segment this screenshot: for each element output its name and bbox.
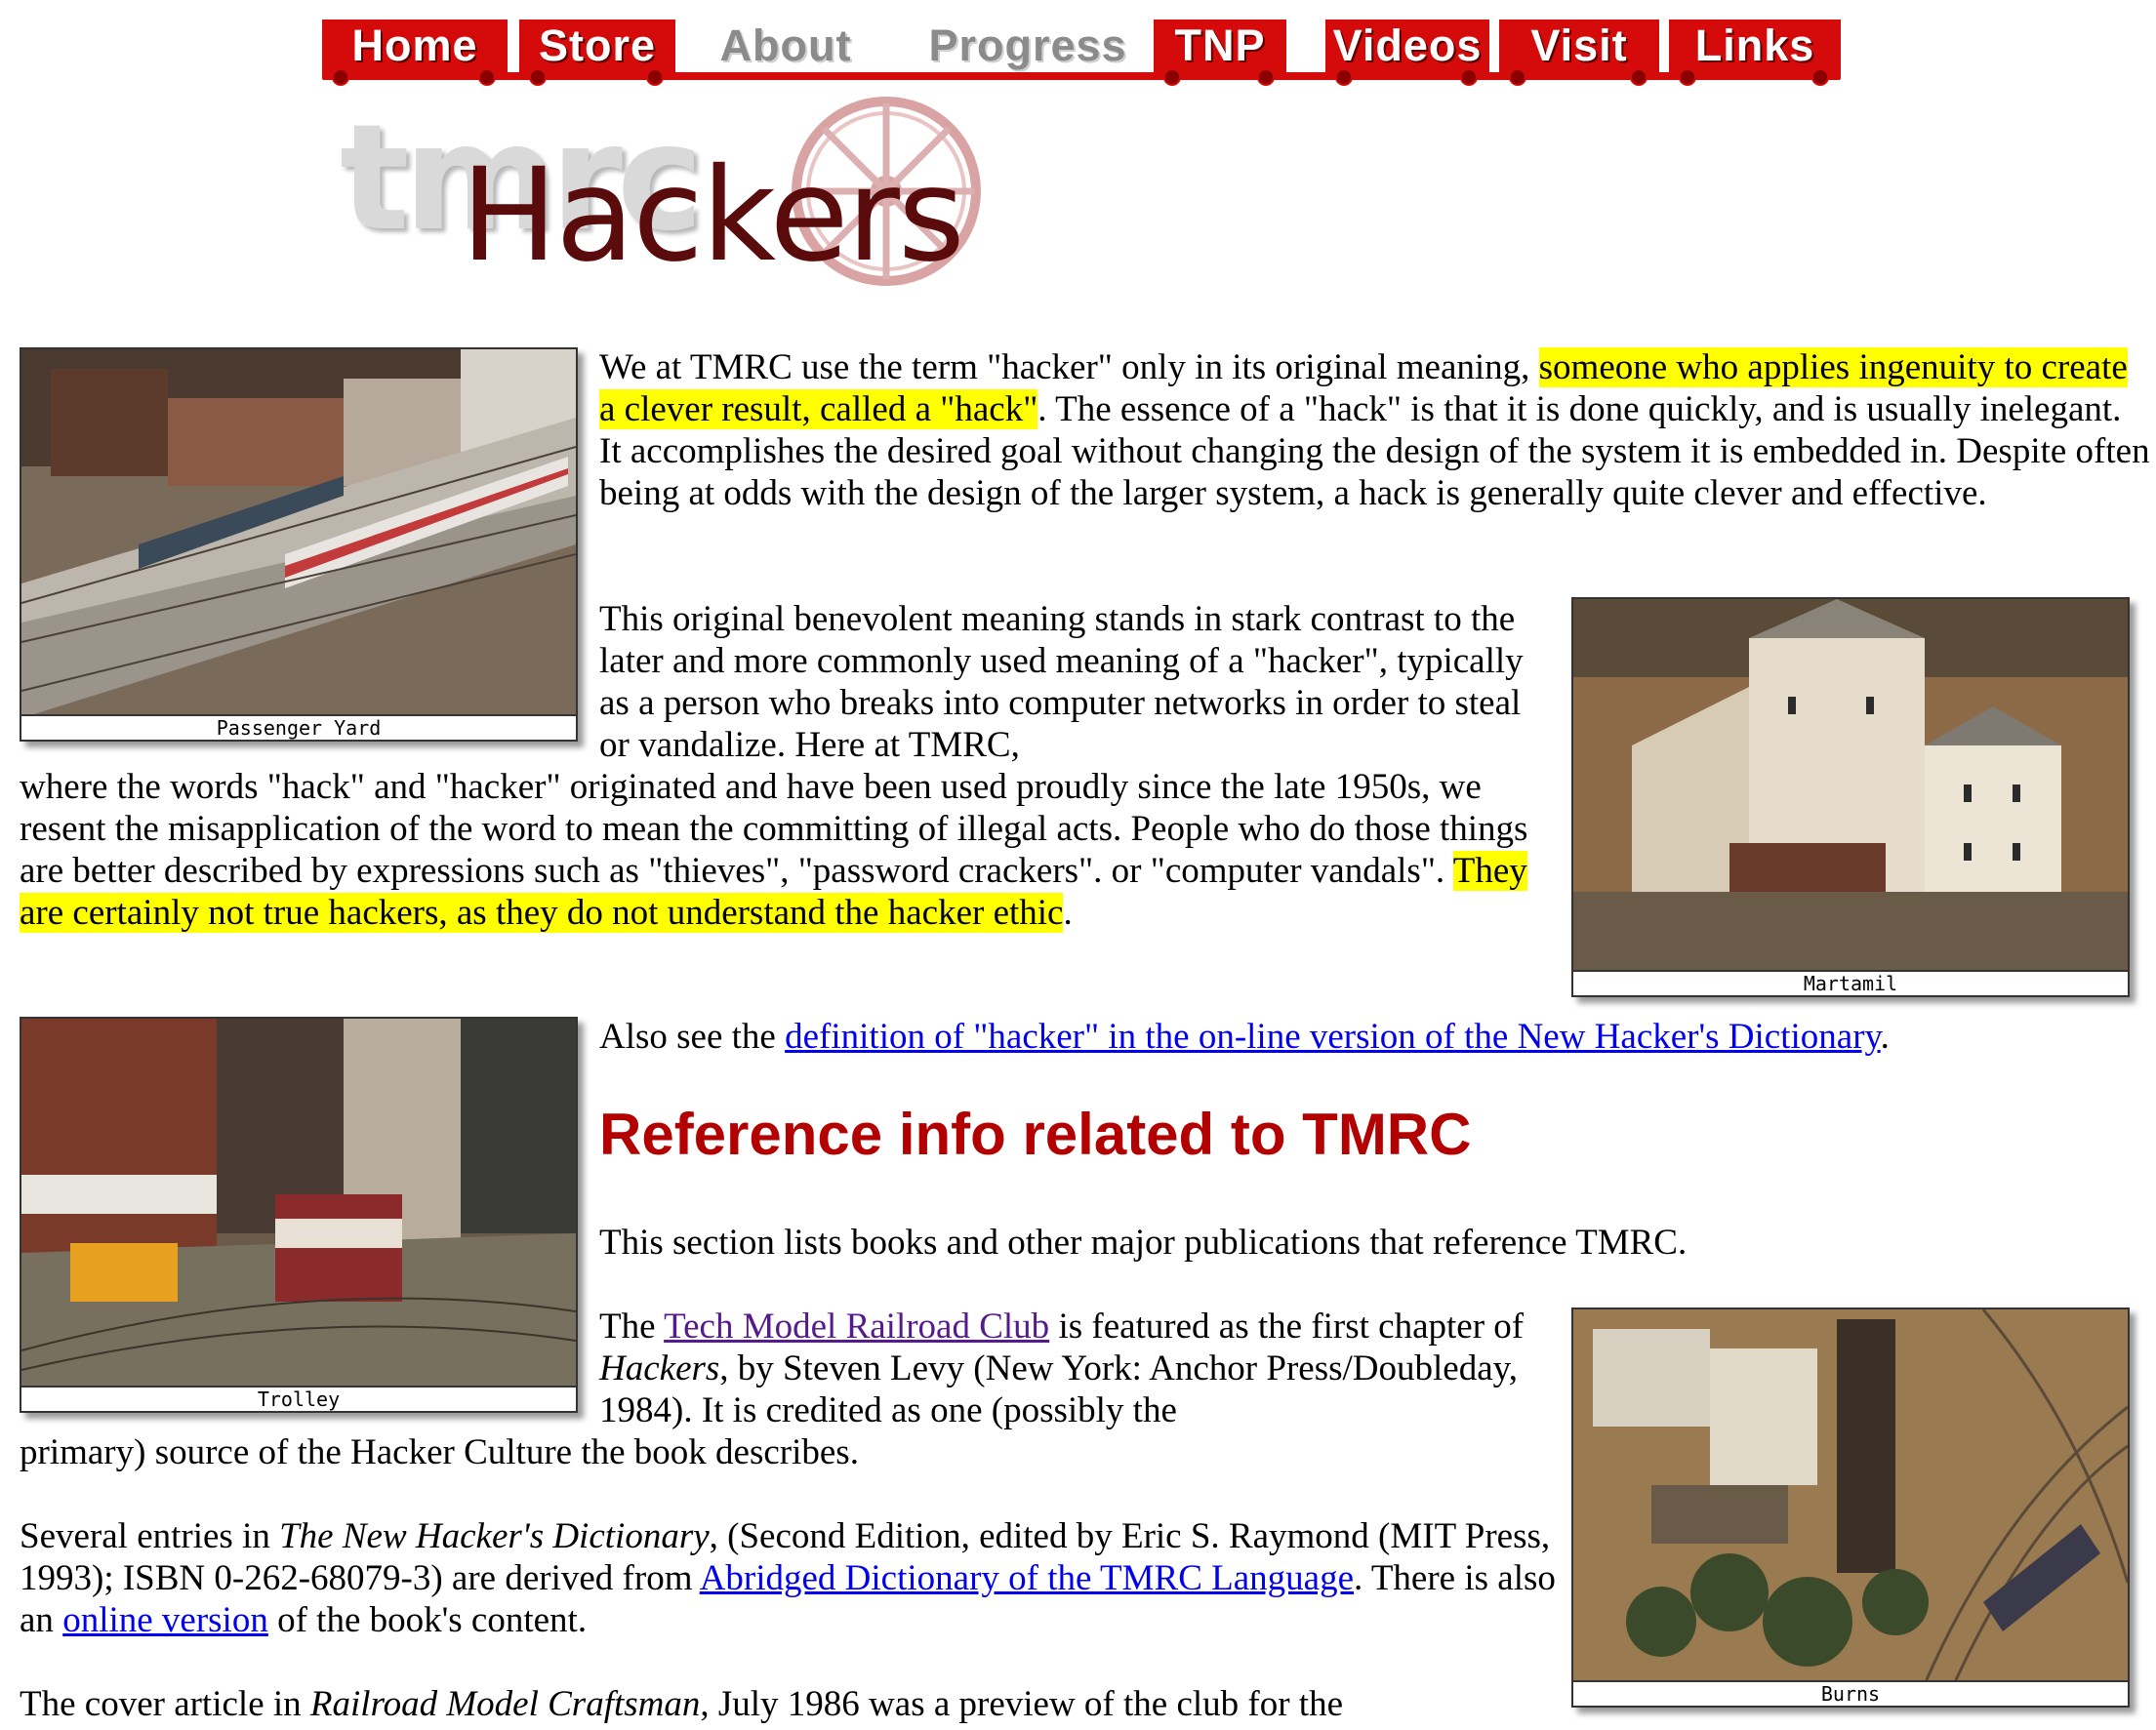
nav-videos-link[interactable]: Videos [1325,20,1489,86]
train-wheel-icon [1811,68,1829,86]
photo-trolley: Trolley [20,1017,578,1413]
craftsman-text: The cover article in [20,1684,310,1724]
train-nav-bar: Home Store About Progress TNP Videos Vis… [322,16,1841,86]
train-wheel-icon [1163,68,1181,86]
levy-paragraph: The Tech Model Railroad Club is featured… [599,1306,1556,1431]
dictionary-text-4: of the book's content. [267,1600,588,1640]
train-wheel-icon [646,68,664,86]
train-wheel-icon [478,68,496,86]
online-version-link[interactable]: online version [62,1600,268,1640]
martamil-image [1573,599,2128,972]
nav-about-link[interactable]: About [693,20,878,74]
contrast-paragraph-continued: where the words "hack" and "hacker" orig… [20,766,1556,934]
see-also-paragraph: Also see the definition of "hacker" in t… [599,1016,2151,1058]
levy-paragraph-continued: primary) source of the Hacker Culture th… [20,1432,859,1472]
train-wheel-icon [529,68,547,86]
nav-store-link[interactable]: Store [519,20,675,86]
reference-intro-paragraph: This section lists books and other major… [599,1223,1688,1263]
train-wheel-icon [1335,68,1353,86]
see-also-text: Also see the [599,1017,786,1057]
tmrc-link[interactable]: Tech Model Railroad Club [664,1307,1049,1347]
train-wheel-icon [1460,68,1478,86]
burns-image [1573,1309,2128,1682]
craftsman-text-2: , July 1986 was a preview of the club fo… [700,1684,1344,1724]
photo-caption: Passenger Yard [21,714,576,740]
reference-heading: Reference info related to TMRC [599,1102,1472,1167]
abridged-dictionary-link[interactable]: Abridged Dictionary of the TMRC Language [700,1558,1354,1598]
contrast-text-continued: where the words "hack" and "hacker" orig… [20,767,1528,891]
page-title: Hackers [461,141,965,291]
intro-text: We at TMRC use the term "hacker" only in… [599,347,1539,387]
trolley-image [21,1019,576,1388]
dictionary-text: Several entries in [20,1516,280,1556]
contrast-text: This original benevolent meaning stands … [599,599,1524,765]
passenger-yard-image [21,349,576,716]
nav-links-link[interactable]: Links [1669,20,1841,86]
train-wheel-icon [1509,68,1526,86]
train-wheel-icon [1630,68,1648,86]
photo-martamil: Martamil [1571,597,2130,997]
dictionary-book-title: The New Hacker's Dictionary [279,1516,710,1556]
levy-text: The [599,1307,665,1347]
levy-text-3: , by Steven Levy (New York: Anchor Press… [599,1348,1518,1430]
photo-caption: Burns [1573,1680,2128,1706]
photo-passenger-yard: Passenger Yard [20,347,578,742]
hackers-book-title: Hackers [599,1348,720,1388]
nav-visit-link[interactable]: Visit [1499,20,1659,86]
photo-caption: Martamil [1573,970,2128,995]
see-also-text-end: . [1880,1017,1890,1057]
craftsman-paragraph: The cover article in Railroad Model Craf… [20,1683,1556,1725]
train-wheel-icon [1257,68,1275,86]
contrast-paragraph: This original benevolent meaning stands … [599,598,1556,766]
contrast-text-end: . [1063,893,1073,933]
train-wheel-icon [1679,68,1696,86]
nav-tnp-link[interactable]: TNP [1154,20,1286,86]
nav-home-link[interactable]: Home [322,20,508,86]
photo-caption: Trolley [21,1386,576,1411]
tmrc-hackers-logo: tmrc Hackers [332,94,1074,299]
intro-paragraph: We at TMRC use the term "hacker" only in… [599,346,2151,514]
train-wheel-icon [332,68,349,86]
levy-text-2: is featured as the first chapter of [1049,1307,1525,1347]
craftsman-magazine-title: Railroad Model Craftsman [309,1684,701,1724]
photo-burns: Burns [1571,1308,2130,1708]
hacker-definition-link[interactable]: definition of "hacker" in the on-line ve… [785,1017,1881,1057]
dictionary-paragraph: Several entries in The New Hacker's Dict… [20,1515,1556,1641]
nav-progress-link[interactable]: Progress [913,20,1143,74]
